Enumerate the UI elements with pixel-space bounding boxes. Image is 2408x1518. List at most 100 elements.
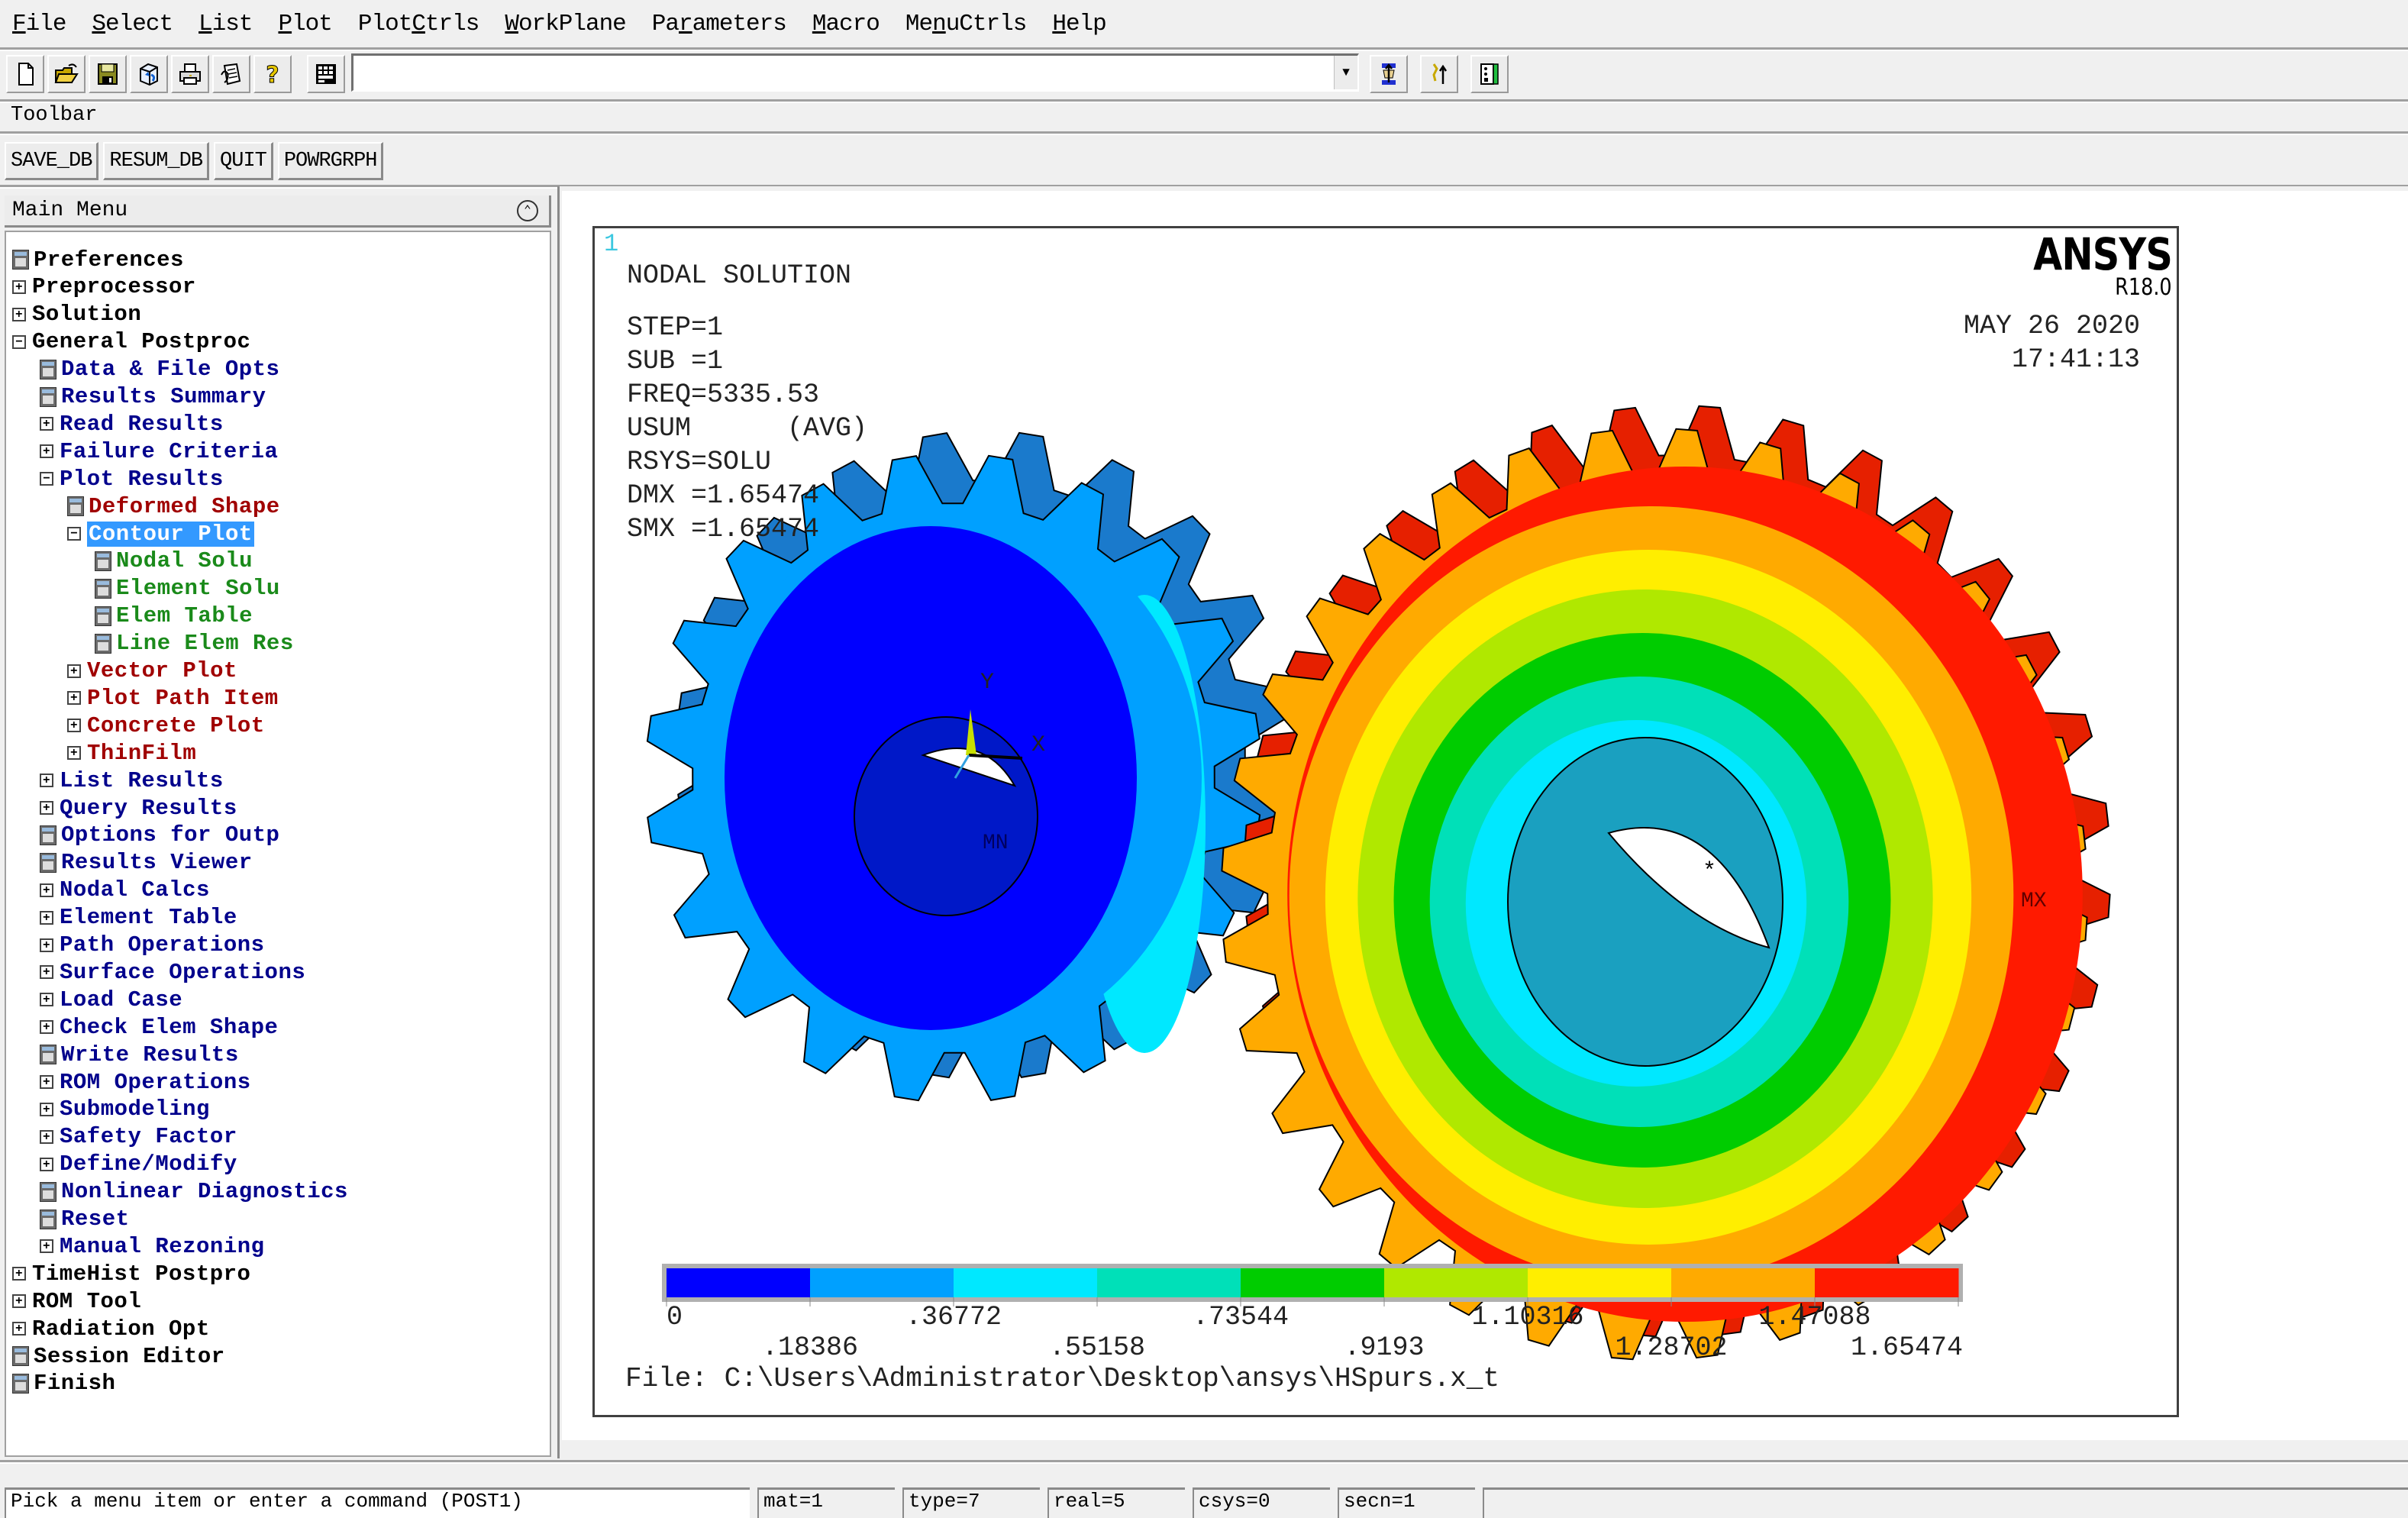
expand-icon[interactable]: + [12,279,26,294]
expand-icon[interactable]: + [12,1322,26,1336]
menu-tree-item[interactable]: Data & File Opts [40,356,279,383]
expand-icon[interactable]: + [12,307,26,321]
menu-tree-item[interactable]: + Vector Plot [67,657,237,685]
menu-tree-item[interactable]: − Plot Results [40,465,224,493]
menu-tree-item[interactable]: + Failure Criteria [40,438,278,465]
menu-tree-item[interactable]: + Preprocessor [12,273,196,301]
menu-tree-item[interactable]: + Safety Factor [40,1123,237,1151]
graphics-viewport[interactable]: * 1 ANSYS R18.0 MAY 26 2020 17:41:13 NOD… [592,226,2179,1417]
menu-tree-item[interactable]: + Nodal Calcs [40,877,210,904]
menu-tree-item[interactable]: + Radiation Opt [12,1315,210,1342]
powrgrph-button[interactable]: POWRGRPH [277,142,384,180]
menu-tree-item[interactable]: Results Summary [40,383,266,411]
expand-icon[interactable]: + [40,1129,53,1144]
menu-tree-item[interactable]: Results Viewer [40,849,253,877]
open-file-button[interactable] [47,55,86,93]
menu-tree-item[interactable]: Preferences [12,246,184,273]
help-button[interactable]: ? [253,55,292,93]
pan-zoom-rotate-button[interactable] [130,55,168,93]
menu-list[interactable]: List [199,11,253,37]
menu-tree-item[interactable]: + Read Results [40,410,224,438]
menu-tree-item[interactable]: + Load Case [40,986,182,1013]
menu-tree-item[interactable]: Finish [12,1370,115,1397]
menu-tree-item[interactable]: Reset [40,1206,130,1233]
menu-tree-item[interactable]: + Path Operations [40,932,265,959]
expand-icon[interactable]: + [12,1267,26,1281]
reset-picking-button[interactable] [1420,55,1458,93]
expand-icon[interactable]: + [40,965,53,980]
menu-tree-item[interactable]: Nonlinear Diagnostics [40,1178,348,1206]
menu-tree-item[interactable]: Write Results [40,1041,239,1068]
menu-menuctrls[interactable]: MenuCtrls [905,11,1027,37]
menu-tree-item[interactable]: + Concrete Plot [67,712,265,739]
expand-icon[interactable]: + [40,883,53,897]
menu-tree-item[interactable]: Elem Table [95,602,253,630]
quit-button[interactable]: QUIT [214,142,273,180]
menu-tree-item[interactable]: + Plot Path Item [67,684,279,712]
menu-plotctrls[interactable]: PlotCtrls [358,11,479,37]
command-history-dropdown-button[interactable]: ▼ [1334,56,1357,89]
menu-tree-item[interactable]: − General Postproc [12,328,250,356]
raise-hidden-button[interactable] [1370,55,1408,93]
menu-tree-item[interactable]: + Query Results [40,794,237,822]
menu-tree-label: Element Solu [116,576,280,602]
collapse-icon[interactable]: − [40,472,53,486]
collapse-icon[interactable]: − [67,527,81,541]
expand-icon[interactable]: + [40,1102,53,1116]
expand-icon[interactable]: + [67,691,81,706]
menu-tree-item[interactable]: + Element Table [40,904,237,932]
expand-icon[interactable]: + [40,801,53,815]
double-chevron-up-icon[interactable]: ⌃ [517,200,538,221]
menu-tree-item[interactable]: + Check Elem Shape [40,1013,278,1041]
resume-db-button[interactable]: RESUM_DB [103,142,210,180]
command-input[interactable] [353,56,1331,89]
menu-tree-item[interactable]: Line Elem Res [95,630,294,657]
menu-tree-item[interactable]: Session Editor [12,1342,225,1370]
menu-tree-item[interactable]: Deformed Shape [67,493,280,520]
expand-icon[interactable]: + [67,719,81,733]
menu-tree-item[interactable]: − Contour Plot [67,520,254,547]
expand-icon[interactable]: + [40,993,53,1007]
menu-workplane[interactable]: WorkPlane [505,11,626,37]
menu-tree-item[interactable]: + Define/Modify [40,1151,237,1178]
expand-icon[interactable]: + [40,1157,53,1171]
menu-tree-item[interactable]: Options for Outp [40,822,279,849]
menu-tree-item[interactable]: + Solution [12,301,141,328]
expand-icon[interactable]: + [40,1239,53,1254]
expand-icon[interactable]: + [40,1020,53,1035]
expand-icon[interactable]: + [67,746,81,761]
expand-icon[interactable]: + [40,444,53,459]
menu-tree-item[interactable]: + Manual Rezoning [40,1232,265,1260]
menu-select[interactable]: Select [92,11,173,37]
menu-help[interactable]: Help [1052,11,1106,37]
report-generator-button[interactable] [212,55,250,93]
command-input-combo[interactable]: ▼ [351,53,1359,92]
command-keyboard-button[interactable] [307,55,345,93]
menu-tree-item[interactable]: + TimeHist Postpro [12,1260,250,1287]
menu-tree-item[interactable]: + List Results [40,767,224,794]
menu-tree-item[interactable]: + Surface Operations [40,958,305,986]
menu-plot[interactable]: Plot [278,11,332,37]
expand-icon[interactable]: + [40,417,53,431]
expand-icon[interactable]: + [40,910,53,925]
menu-tree-item[interactable]: + Submodeling [40,1096,210,1123]
expand-icon[interactable]: + [40,1075,53,1089]
save-button[interactable] [89,55,127,93]
menu-macro[interactable]: Macro [812,11,880,37]
expand-icon[interactable]: + [12,1294,26,1309]
menu-tree-item[interactable]: Element Solu [95,575,280,602]
menu-tree-item[interactable]: + ROM Tool [12,1287,141,1315]
menu-tree-item[interactable]: + ThinFilm [67,739,196,767]
print-button[interactable] [171,55,209,93]
save-db-button[interactable]: SAVE_DB [5,142,99,180]
contact-manager-button[interactable] [1470,55,1509,93]
expand-icon[interactable]: + [40,774,53,788]
menu-parameters[interactable]: Parameters [652,11,787,37]
menu-tree-item[interactable]: + ROM Operations [40,1068,251,1096]
menu-file[interactable]: File [12,11,66,37]
expand-icon[interactable]: + [40,938,53,952]
menu-tree-item[interactable]: Nodal Solu [95,547,253,575]
expand-icon[interactable]: + [67,664,81,678]
new-file-button[interactable] [6,55,44,93]
collapse-icon[interactable]: − [12,334,26,349]
